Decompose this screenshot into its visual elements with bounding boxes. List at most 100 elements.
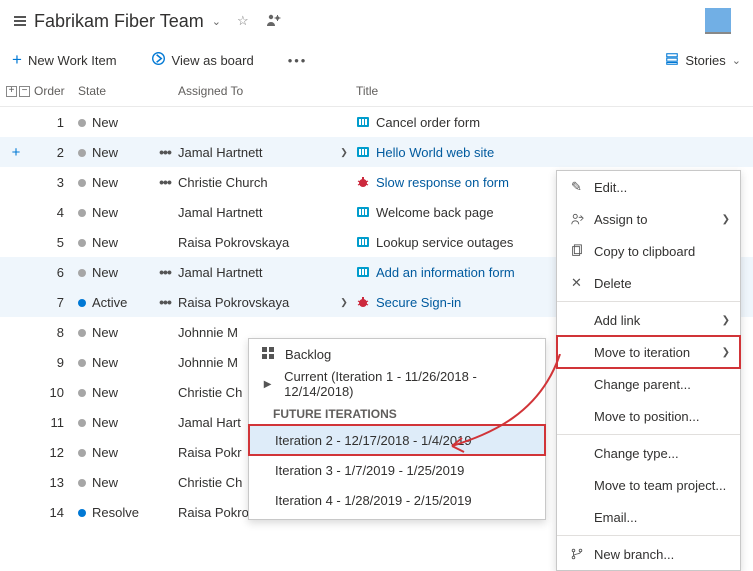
collapse-all-button[interactable]: −	[19, 86, 30, 97]
cell-state: New	[74, 235, 152, 250]
row-actions-button[interactable]: •••	[159, 264, 171, 280]
cell-order: 4	[34, 205, 74, 220]
chevron-right-icon: ❯	[722, 214, 730, 225]
move-to-iteration-submenu: Backlog ▶ Current (Iteration 1 - 11/26/2…	[248, 338, 546, 520]
cell-assigned: Jamal Hartnett	[178, 265, 336, 280]
cell-assigned: Christie Church	[178, 175, 336, 190]
cell-state: New	[74, 145, 152, 160]
state-dot-icon	[78, 479, 86, 487]
cell-title[interactable]: Cancel order form	[352, 115, 753, 130]
cell-state: New	[74, 445, 152, 460]
ctx-add-link[interactable]: Add link ❯	[557, 304, 740, 336]
cell-assigned: Raisa Pokrovskaya	[178, 295, 336, 310]
state-dot-icon	[78, 239, 86, 247]
chevron-down-icon[interactable]: ⌄	[212, 15, 221, 28]
cell-order: 5	[34, 235, 74, 250]
ctx-move-iteration[interactable]: Move to iteration ❯	[557, 336, 740, 368]
submenu-current[interactable]: ▶ Current (Iteration 1 - 11/26/2018 - 12…	[249, 369, 545, 399]
col-title[interactable]: Title	[352, 84, 753, 98]
cell-order: 14	[34, 505, 74, 520]
col-order[interactable]: Order	[34, 84, 74, 98]
row-actions-button[interactable]: •••	[159, 144, 171, 160]
cell-order: 11	[34, 415, 74, 430]
toolbar: + New Work Item View as board ••• Storie…	[0, 44, 753, 80]
state-dot-icon	[78, 449, 86, 457]
cell-order: 7	[34, 295, 74, 310]
chevron-right-icon[interactable]: ❯	[340, 297, 348, 307]
bug-icon	[356, 175, 370, 189]
ctx-move-position[interactable]: Move to position...	[557, 400, 740, 432]
plus-icon: +	[12, 50, 22, 70]
state-dot-icon	[78, 419, 86, 427]
state-dot-icon	[78, 209, 86, 217]
cell-title[interactable]: Hello World web site	[352, 145, 753, 160]
team-members-icon[interactable]	[265, 12, 281, 31]
view-as-board-button[interactable]: View as board	[151, 51, 254, 69]
board-arrow-icon	[151, 51, 166, 69]
stories-icon	[665, 52, 679, 69]
cell-order: 12	[34, 445, 74, 460]
ctx-copy[interactable]: Copy to clipboard	[557, 235, 740, 267]
row-actions-button[interactable]: •••	[159, 174, 171, 190]
view-as-board-label: View as board	[172, 53, 254, 68]
expand-all-button[interactable]: +	[6, 86, 17, 97]
chevron-right-icon: ❯	[722, 347, 730, 358]
new-work-item-button[interactable]: + New Work Item	[12, 50, 117, 70]
backlog-icon	[12, 13, 28, 29]
cell-state: New	[74, 475, 152, 490]
page-header: Fabrikam Fiber Team ⌄ ☆	[0, 0, 753, 44]
view-selector-label: Stories	[685, 53, 725, 68]
state-dot-icon	[78, 329, 86, 337]
state-dot-icon	[78, 299, 86, 307]
pbi-icon	[356, 205, 370, 219]
ctx-delete[interactable]: ✕ Delete	[557, 267, 740, 299]
submenu-backlog[interactable]: Backlog	[249, 339, 545, 369]
pencil-icon: ✎	[569, 180, 584, 195]
col-assigned[interactable]: Assigned To	[178, 84, 336, 98]
state-dot-icon	[78, 179, 86, 187]
pbi-icon	[356, 235, 370, 249]
submenu-iteration-4[interactable]: Iteration 4 - 1/28/2019 - 2/15/2019	[249, 485, 545, 515]
view-selector[interactable]: Stories ⌄	[665, 52, 741, 69]
pbi-icon	[356, 145, 370, 159]
clipboard-icon	[569, 244, 584, 259]
cell-state: New	[74, 355, 152, 370]
ctx-change-parent[interactable]: Change parent...	[557, 368, 740, 400]
ctx-move-team[interactable]: Move to team project...	[557, 469, 740, 501]
favorite-star-icon[interactable]: ☆	[237, 13, 249, 29]
col-state[interactable]: State	[74, 84, 152, 98]
cell-state: New	[74, 115, 152, 130]
cell-state: New	[74, 175, 152, 190]
table-row[interactable]: +2New•••Jamal Hartnett❯Hello World web s…	[0, 137, 753, 167]
cell-state: New	[74, 205, 152, 220]
cell-state: New	[74, 385, 152, 400]
backlog-grid-icon	[261, 347, 275, 362]
ctx-edit[interactable]: ✎ Edit...	[557, 171, 740, 203]
row-actions-button[interactable]: •••	[159, 294, 171, 310]
submenu-future-heading: FUTURE ITERATIONS	[249, 399, 545, 425]
table-row[interactable]: 1NewCancel order form	[0, 107, 753, 137]
cell-order: 8	[34, 325, 74, 340]
chevron-right-icon: ❯	[722, 315, 730, 326]
new-work-item-label: New Work Item	[28, 53, 117, 68]
cell-assigned: Jamal Hartnett	[178, 205, 336, 220]
ctx-email[interactable]: Email...	[557, 501, 740, 533]
submenu-iteration-3[interactable]: Iteration 3 - 1/7/2019 - 1/25/2019	[249, 455, 545, 485]
cell-order: 10	[34, 385, 74, 400]
ctx-new-branch[interactable]: New branch...	[557, 538, 740, 570]
state-dot-icon	[78, 389, 86, 397]
team-selector[interactable]: Fabrikam Fiber Team	[34, 11, 204, 32]
submenu-iteration-2[interactable]: Iteration 2 - 12/17/2018 - 1/4/2019	[249, 425, 545, 455]
more-actions-button[interactable]: •••	[288, 53, 308, 68]
branch-icon	[569, 547, 584, 562]
cell-order: 9	[34, 355, 74, 370]
ctx-change-type[interactable]: Change type...	[557, 437, 740, 469]
cell-assigned: Raisa Pokrovskaya	[178, 235, 336, 250]
pbi-icon	[356, 115, 370, 129]
table-header: + − Order State Assigned To Title	[0, 80, 753, 107]
chevron-right-icon[interactable]: ❯	[340, 147, 348, 157]
ctx-assign[interactable]: Assign to ❯	[557, 203, 740, 235]
context-menu: ✎ Edit... Assign to ❯ Copy to clipboard …	[556, 170, 741, 571]
add-child-button[interactable]: +	[6, 144, 26, 161]
avatar[interactable]	[705, 8, 731, 34]
